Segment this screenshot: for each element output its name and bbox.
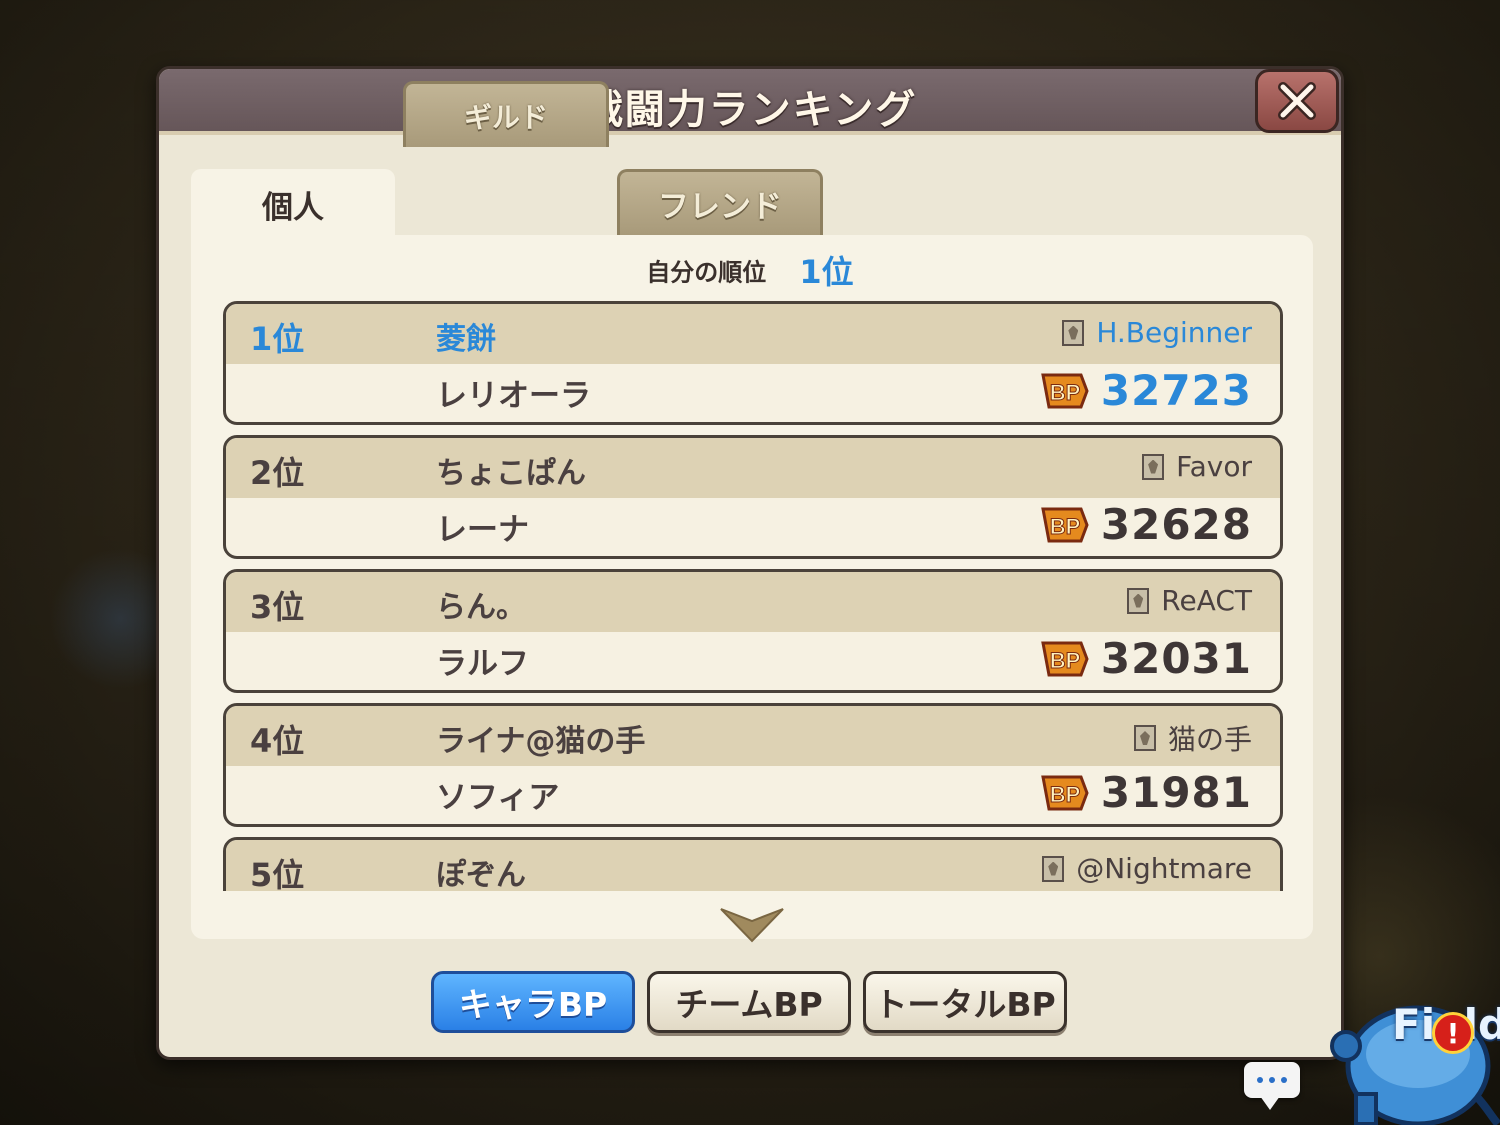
guild-emblem-icon (1042, 855, 1065, 882)
player-name: ぽぞん (436, 858, 526, 891)
ranking-row[interactable]: 4位 ライナ@猫の手 猫の手 ソフィア BP 31981 (223, 703, 1283, 827)
guild-info: @Nightmare (1042, 852, 1252, 885)
bp-value: 32628 (1100, 500, 1252, 549)
chat-bubble-icon[interactable] (1244, 1062, 1300, 1098)
bp-value: 32723 (1100, 366, 1252, 415)
player-name: ちょこぱん (436, 456, 586, 491)
tab-guild[interactable]: ギルド (403, 81, 609, 147)
guild-name: ReACT (1161, 584, 1252, 617)
my-rank-value: 1位 (799, 253, 854, 291)
guild-name: @Nightmare (1076, 852, 1252, 885)
guild-emblem-icon (1127, 587, 1150, 614)
chevron-down-icon[interactable] (719, 905, 785, 945)
bp-badge-label: BP (1050, 514, 1081, 539)
close-button[interactable] (1255, 69, 1339, 133)
team-bp-button[interactable]: チームBP (647, 971, 851, 1033)
bp-badge-icon: BP (1041, 775, 1089, 810)
bp-value: 31981 (1100, 768, 1252, 817)
bp-badge-label: BP (1050, 782, 1081, 807)
ranking-row[interactable]: 3位 らん。 ReACT ラルフ BP 32031 (223, 569, 1283, 693)
tab-friend[interactable]: フレンド (617, 169, 823, 235)
bp-info: BP 32031 (1041, 634, 1252, 683)
guild-info: 猫の手 (1133, 718, 1252, 758)
rank-position: 4位 (250, 722, 305, 760)
player-name: 菱餅 (436, 322, 496, 357)
guild-name: 猫の手 (1167, 723, 1252, 756)
guild-info: Favor (1142, 450, 1252, 483)
rank-position: 1位 (250, 320, 305, 358)
close-x-icon (1278, 82, 1316, 120)
dialog-title: 戦闘力ランキング (582, 87, 918, 133)
bp-badge-icon: BP (1041, 507, 1089, 542)
dialog-title-bar: 戦闘力ランキング (159, 69, 1341, 135)
bp-info: BP 31981 (1041, 768, 1252, 817)
player-name: ライナ@猫の手 (436, 724, 646, 759)
guild-info: ReACT (1127, 584, 1252, 617)
bp-info: BP 32628 (1041, 500, 1252, 549)
guild-info: H.Beginner (1062, 316, 1252, 349)
guild-emblem-icon (1133, 725, 1156, 751)
ranking-dialog: 戦闘力ランキング 個人 ギルド フレンド 自分の順位 1位 1位 菱餅 H.Be… (156, 66, 1344, 1060)
player-name: らん。 (436, 590, 526, 625)
bp-badge-label: BP (1050, 648, 1081, 673)
character-name: レーナ (436, 512, 529, 548)
bp-value: 32031 (1100, 634, 1252, 683)
ranking-list[interactable]: 1位 菱餅 H.Beginner レリオーラ BP 32723 2位 ちょこぱん… (223, 301, 1283, 891)
alert-badge: ! (1432, 1012, 1474, 1054)
bp-badge-label: BP (1050, 380, 1081, 405)
tab-individual[interactable]: 個人 (191, 169, 395, 239)
rank-position: 3位 (250, 588, 305, 626)
character-name: ラルフ (436, 646, 529, 682)
character-name: ソフィア (436, 780, 560, 816)
ranking-row[interactable]: 5位 ぽぞん @Nightmare (223, 837, 1283, 891)
total-bp-button[interactable]: トータルBP (863, 971, 1067, 1033)
field-button[interactable]: Field ! (1326, 976, 1500, 1125)
my-rank: 自分の順位 1位 (159, 247, 1341, 293)
bp-info: BP 32723 (1041, 366, 1252, 415)
ranking-row[interactable]: 1位 菱餅 H.Beginner レリオーラ BP 32723 (223, 301, 1283, 425)
rank-position: 2位 (250, 454, 305, 492)
bp-badge-icon: BP (1041, 641, 1089, 676)
rank-position: 5位 (250, 856, 305, 891)
guild-name: H.Beginner (1096, 316, 1252, 349)
guild-name: Favor (1176, 450, 1252, 483)
robot-mascot-icon (1330, 1005, 1500, 1125)
guild-emblem-icon (1062, 319, 1085, 346)
character-name: レリオーラ (436, 378, 591, 414)
ranking-row[interactable]: 2位 ちょこぱん Favor レーナ BP 32628 (223, 435, 1283, 559)
chara-bp-button[interactable]: キャラBP (431, 971, 635, 1033)
guild-emblem-icon (1142, 453, 1165, 480)
my-rank-label: 自分の順位 (646, 258, 767, 287)
bp-badge-icon: BP (1041, 373, 1089, 408)
chat-bubble-tail (1260, 1096, 1280, 1110)
